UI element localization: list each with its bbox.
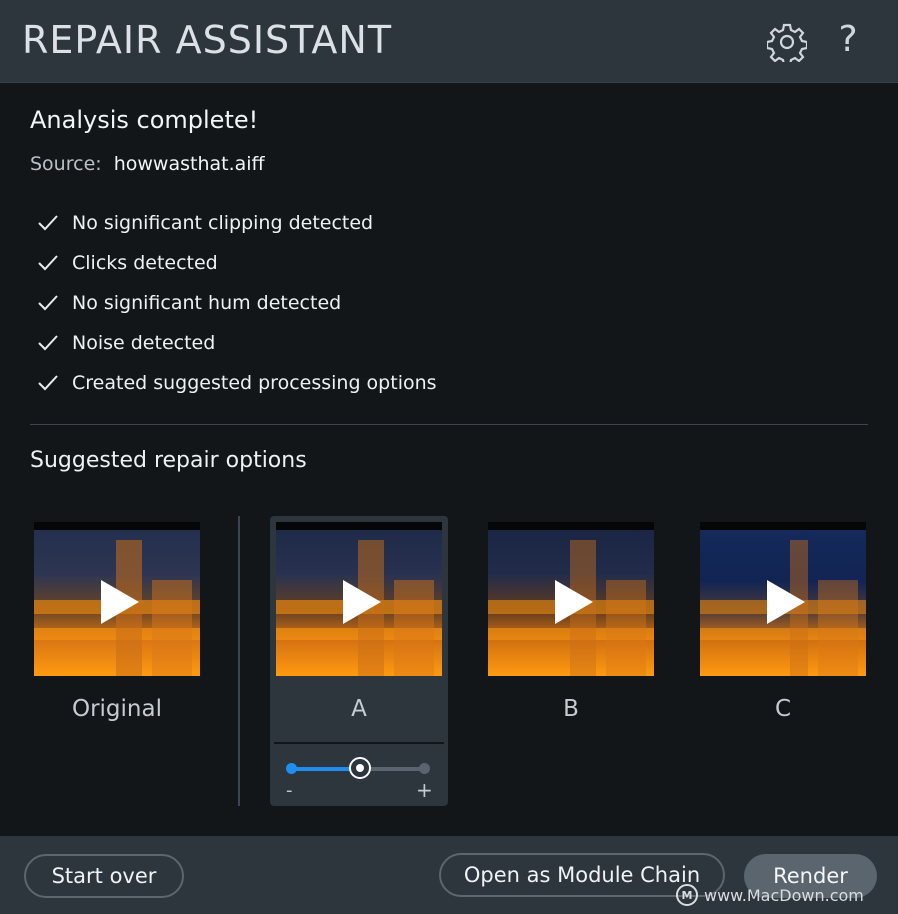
result-text: Created suggested processing options	[72, 372, 437, 394]
result-text: No significant hum detected	[72, 292, 342, 314]
result-text: No significant clipping detected	[72, 212, 374, 234]
spectrogram-thumbnail[interactable]	[700, 522, 866, 676]
spectrogram-thumbnail[interactable]	[276, 522, 442, 676]
analysis-results-list: No significant clipping detected Clicks …	[36, 203, 437, 403]
play-icon[interactable]	[767, 580, 805, 624]
slider-max-dot	[419, 763, 430, 774]
option-c[interactable]: C	[694, 516, 872, 806]
result-item: Noise detected	[36, 323, 437, 363]
watermark-logo-icon: M	[676, 884, 698, 906]
play-icon[interactable]	[555, 580, 593, 624]
result-text: Clicks detected	[72, 252, 218, 274]
result-item: Clicks detected	[36, 243, 437, 283]
help-icon[interactable]: ?	[833, 18, 863, 62]
play-icon[interactable]	[101, 580, 139, 624]
header-bar: REPAIR ASSISTANT ?	[0, 0, 898, 83]
spectrogram-thumbnail[interactable]	[488, 522, 654, 676]
option-original[interactable]: Original	[28, 516, 206, 806]
start-over-button[interactable]: Start over	[24, 854, 184, 898]
analysis-title: Analysis complete!	[30, 106, 259, 134]
option-label: C	[774, 696, 792, 722]
gear-icon[interactable]	[765, 22, 809, 67]
result-item: Created suggested processing options	[36, 363, 437, 403]
option-label: Original	[71, 696, 162, 722]
slider-min-dot	[286, 763, 297, 774]
checkmark-icon	[38, 375, 58, 391]
play-icon[interactable]	[343, 580, 381, 624]
source-label: Source:	[30, 153, 102, 175]
section-divider	[30, 424, 868, 425]
strength-slider[interactable]: - +	[270, 744, 448, 806]
option-b[interactable]: B	[482, 516, 660, 806]
option-a[interactable]: A - +	[270, 516, 448, 806]
slider-min-label: -	[286, 780, 293, 801]
source-row: Source: howwasthat.aiff	[30, 153, 265, 175]
watermark-text: www.MacDown.com	[704, 885, 864, 905]
option-label: A	[351, 696, 367, 722]
source-filename: howwasthat.aiff	[113, 153, 265, 175]
result-text: Noise detected	[72, 332, 216, 354]
result-item: No significant hum detected	[36, 283, 437, 323]
checkmark-icon	[38, 295, 58, 311]
checkmark-icon	[38, 215, 58, 231]
spectrogram-thumbnail[interactable]	[34, 522, 200, 676]
result-item: No significant clipping detected	[36, 203, 437, 243]
checkmark-icon	[38, 335, 58, 351]
app-title: REPAIR ASSISTANT	[22, 18, 393, 62]
option-label: B	[563, 696, 579, 722]
watermark: M www.MacDown.com	[676, 884, 864, 906]
suggested-options-title: Suggested repair options	[30, 448, 307, 473]
option-separator	[238, 516, 240, 806]
slider-thumb[interactable]	[348, 757, 371, 779]
slider-max-label: +	[416, 778, 433, 802]
checkmark-icon	[38, 255, 58, 271]
